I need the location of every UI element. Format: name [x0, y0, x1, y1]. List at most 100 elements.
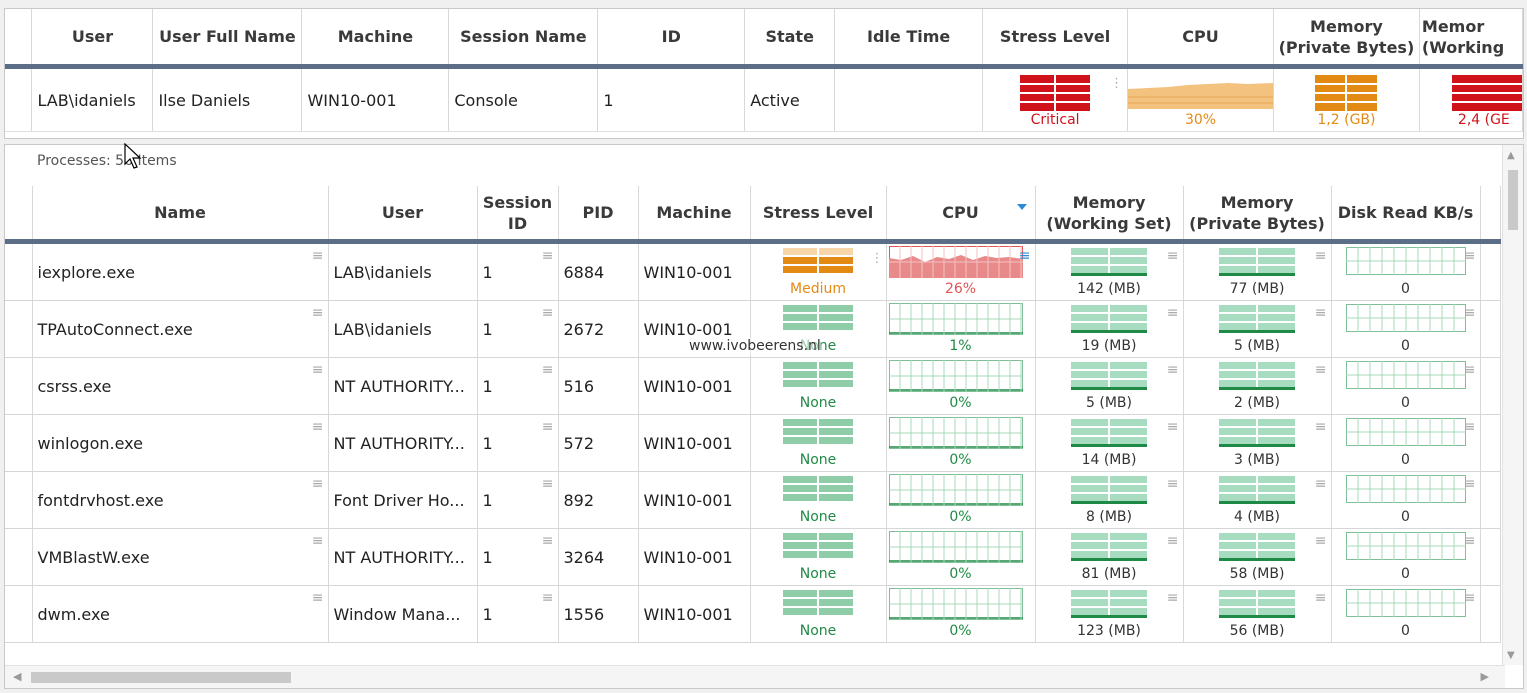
disk-read-value: 0 [1401, 566, 1410, 582]
cell-menu-icon[interactable]: ≡ [1019, 249, 1031, 263]
cell-menu-icon[interactable]: ≡ [1315, 477, 1327, 491]
process-row[interactable]: fontdrvhost.exe ≡ Font Driver Ho... 1 ≡ 892 WI… [5, 471, 1501, 529]
stress-label: Critical [1030, 112, 1080, 128]
col-id[interactable]: ID [597, 9, 746, 69]
cell-stress-level: None [750, 528, 887, 586]
cell-session-id: 1 ≡ [477, 585, 559, 643]
cpu-value: 0% [949, 566, 972, 582]
col-name[interactable]: Name [32, 186, 329, 244]
cell-memory-working-set: 142 (MB) ≡ [1035, 241, 1184, 301]
cell-menu-icon[interactable]: ≡ [1464, 363, 1476, 377]
cell-menu-icon[interactable]: ≡ [1315, 249, 1327, 263]
cell-menu-icon[interactable]: ≡ [542, 591, 554, 605]
cell-name-text: fontdrvhost.exe [37, 490, 164, 510]
cell-menu-icon[interactable]: ≡ [312, 534, 324, 548]
col-user-full-name[interactable]: User Full Name [152, 9, 303, 69]
col-idle-time[interactable]: Idle Time [834, 9, 984, 69]
horizontal-scrollbar[interactable]: ◀ ▶ [5, 665, 1505, 688]
session-table: User User Full Name Machine Session Name… [5, 9, 1523, 132]
cell-menu-icon[interactable]: ≡ [1315, 306, 1327, 320]
cell-menu-icon[interactable]: ≡ [1464, 591, 1476, 605]
cell-menu-icon[interactable]: ≡ [1464, 420, 1476, 434]
cell-menu-icon[interactable]: ≡ [542, 534, 554, 548]
disk-read-value: 0 [1401, 623, 1410, 639]
stress-label: None [799, 566, 837, 582]
cell-menu-icon[interactable]: ≡ [312, 591, 324, 605]
vertical-scrollbar[interactable]: ▲ ▼ [1502, 145, 1523, 665]
cell-session-id-text: 1 [482, 262, 493, 282]
col-machine[interactable]: Machine [301, 9, 450, 69]
cell-menu-icon[interactable]: ≡ [542, 363, 554, 377]
horizontal-scroll-thumb[interactable] [31, 672, 291, 683]
process-row[interactable]: VMBlastW.exe ≡ NT AUTHORITY... 1 ≡ 3264 WIN10-… [5, 528, 1501, 586]
cell-menu-icon[interactable]: ≡ [1315, 363, 1327, 377]
col-cpu[interactable]: CPU [1127, 9, 1274, 69]
memory-private-bytes-value: 3 (MB) [1234, 452, 1280, 468]
disk-read-sparkline [1345, 532, 1466, 560]
col-pid[interactable]: PID [558, 186, 639, 244]
cell-menu-icon[interactable]: ≡ [542, 306, 554, 320]
cell-user: LAB\idaniels [328, 241, 478, 301]
col-memory-working-set[interactable]: Memory (Working Set) [1035, 186, 1184, 244]
vertical-dots-icon[interactable]: ⋮ [871, 252, 884, 265]
col-disk-read[interactable]: Disk Read KB/s [1331, 186, 1481, 244]
cell-name: iexplore.exe ≡ [32, 241, 329, 301]
cell-menu-icon[interactable]: ≡ [1167, 249, 1179, 263]
col-state[interactable]: State [744, 9, 836, 69]
cell-menu-icon[interactable]: ≡ [1464, 477, 1476, 491]
cell-menu-icon[interactable]: ≡ [312, 420, 324, 434]
cell-menu-icon[interactable]: ≡ [1464, 249, 1476, 263]
col-user[interactable]: User [31, 9, 154, 69]
col-stress-level[interactable]: Stress Level [982, 9, 1129, 69]
cell-menu-icon[interactable]: ≡ [1464, 306, 1476, 320]
col-memory-private-bytes[interactable]: Memory (Private Bytes) [1183, 186, 1332, 244]
process-row[interactable]: iexplore.exe ≡ LAB\idaniels 1 ≡ 6884 WIN10-001… [5, 241, 1501, 301]
scroll-right-arrow-icon[interactable]: ▶ [1481, 670, 1489, 683]
cell-menu-icon[interactable]: ≡ [312, 306, 324, 320]
cpu-sparkline [888, 531, 1023, 563]
session-row[interactable]: LAB\idaniels Ilse Daniels WIN10-001 Cons… [5, 66, 1523, 132]
cell-menu-icon[interactable]: ≡ [1167, 363, 1179, 377]
scroll-up-arrow-icon[interactable]: ▲ [1507, 150, 1515, 161]
process-row[interactable]: csrss.exe ≡ NT AUTHORITY... 1 ≡ 516 WIN10-001 N… [5, 357, 1501, 415]
cell-menu-icon[interactable]: ≡ [542, 420, 554, 434]
session-grid: User User Full Name Machine Session Name… [4, 8, 1524, 139]
cell-menu-icon[interactable]: ≡ [1315, 534, 1327, 548]
disk-read-value: 0 [1401, 281, 1410, 297]
cell-menu-icon[interactable]: ≡ [1315, 591, 1327, 605]
cell-name: fontdrvhost.exe ≡ [32, 471, 329, 529]
cell-menu-icon[interactable]: ≡ [312, 363, 324, 377]
vertical-dots-icon[interactable]: ⋮ [1110, 77, 1123, 90]
cell-menu-icon[interactable]: ≡ [542, 249, 554, 263]
scroll-down-arrow-icon[interactable]: ▼ [1507, 650, 1515, 661]
col-session-id[interactable]: Session ID [477, 186, 559, 244]
cell-menu-icon[interactable]: ≡ [312, 477, 324, 491]
col-cpu[interactable]: CPU [886, 186, 1036, 244]
cell-memory-working-set: 123 (MB) ≡ [1035, 585, 1184, 643]
col-user[interactable]: User [328, 186, 478, 244]
process-row[interactable]: dwm.exe ≡ Window Mana... 1 ≡ 1556 WIN10-001 Non… [5, 585, 1501, 643]
col-memory-private[interactable]: Memory (Private Bytes) [1273, 9, 1420, 69]
cell-menu-icon[interactable]: ≡ [1464, 534, 1476, 548]
col-stress-level[interactable]: Stress Level [750, 186, 887, 244]
vertical-scroll-thumb[interactable] [1508, 170, 1518, 230]
scroll-left-arrow-icon[interactable]: ◀ [13, 670, 21, 683]
col-session-name[interactable]: Session Name [448, 9, 599, 69]
cell-menu-icon[interactable]: ≡ [542, 477, 554, 491]
cell-menu-icon[interactable]: ≡ [1167, 534, 1179, 548]
cell-menu-icon[interactable]: ≡ [1167, 477, 1179, 491]
cell-menu-icon[interactable]: ≡ [1315, 420, 1327, 434]
col-memory-working[interactable]: Memor (Working [1419, 9, 1523, 69]
cell-menu-icon[interactable]: ≡ [1167, 306, 1179, 320]
memory-working-set-gauge [1071, 362, 1147, 390]
process-row[interactable]: winlogon.exe ≡ NT AUTHORITY... 1 ≡ 572 WIN10-0… [5, 414, 1501, 472]
memory-working-set-value: 5 (MB) [1086, 395, 1132, 411]
cpu-sparkline [888, 360, 1023, 392]
row-gutter [5, 241, 33, 301]
disk-read-value: 0 [1401, 452, 1410, 468]
cell-menu-icon[interactable]: ≡ [1167, 591, 1179, 605]
cell-memory-working: 2,4 (GE [1419, 66, 1523, 132]
cell-menu-icon[interactable]: ≡ [312, 249, 324, 263]
cell-menu-icon[interactable]: ≡ [1167, 420, 1179, 434]
col-machine[interactable]: Machine [638, 186, 751, 244]
